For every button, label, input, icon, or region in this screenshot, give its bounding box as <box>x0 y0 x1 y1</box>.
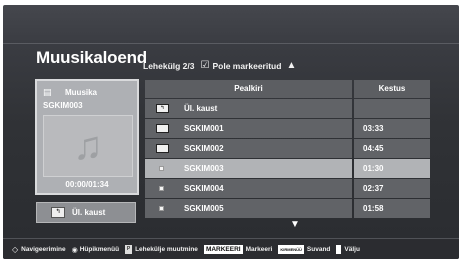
column-header-title: Pealkiri <box>145 80 352 98</box>
preview-panel: ▤ Muusika SGKIM003 ♫ 00:00/01:34 <box>35 79 139 195</box>
list-item-duration: 03:33 <box>354 119 430 138</box>
help-options: Suvand <box>306 246 331 253</box>
list-item-name: SGKIM002 <box>184 144 224 153</box>
page-title: Muusikaloend <box>36 48 147 67</box>
list-item-duration: 01:30 <box>354 159 430 178</box>
scroll-up-icon[interactable]: ▲ <box>286 60 296 71</box>
list-item-name: SGKIM005 <box>184 204 224 213</box>
list-item-duration: 01:58 <box>354 199 430 218</box>
help-navigate: Navigeerimine <box>21 246 66 253</box>
page-counter: Lehekülg 2/3 <box>143 60 195 71</box>
preview-category: Muusika <box>65 88 98 97</box>
page-key-icon: P <box>125 245 133 254</box>
folder-up-icon: ↰ <box>156 104 169 113</box>
list-item[interactable]: SGKIM002 04:45 <box>145 139 430 158</box>
album-art: ♫ <box>43 115 133 177</box>
list-item[interactable]: SGKIM005 01:58 <box>145 199 430 218</box>
ok-icon: ◉ <box>71 246 78 254</box>
scroll-down-icon[interactable]: ▼ <box>290 219 300 230</box>
music-folder-icon: ▤ <box>43 87 52 97</box>
file-icon <box>159 186 164 191</box>
list-item[interactable]: SGKIM004 02:37 <box>145 179 430 198</box>
file-icon <box>159 166 164 171</box>
music-note-icon: ♫ <box>73 124 103 168</box>
navigate-icon: ◇ <box>12 245 19 254</box>
preview-filename: SGKIM003 <box>43 101 83 110</box>
list-item-duration <box>354 99 430 118</box>
help-exit: Välju <box>344 246 360 253</box>
page-info: Lehekülg 2/3 ☑ Pole markeeritud ▲ <box>143 60 296 71</box>
checkbox-icon: ☑ <box>200 60 210 71</box>
list-item-selected[interactable]: SGKIM003 01:30 <box>145 159 430 178</box>
folder-up-icon: ↰ <box>51 207 65 218</box>
list-item-name: SGKIM003 <box>184 164 224 173</box>
marked-status: Pole markeeritud <box>212 60 282 71</box>
media-screen: Muusikaloend Lehekülg 2/3 ☑ Pole markeer… <box>3 5 459 259</box>
column-header-duration: Kestus <box>354 80 430 98</box>
options-key-icon: KIRMENÜÜ <box>278 245 304 254</box>
help-popup: Hüpikmenüü <box>79 246 120 253</box>
exit-icon <box>336 245 342 254</box>
list-item-name: SGKIM004 <box>184 184 224 193</box>
file-icon <box>159 206 164 211</box>
mark-key-icon: MARKEERI <box>203 245 243 254</box>
divider <box>3 43 459 44</box>
list-item-upfolder[interactable]: ↰ Ül. kaust <box>145 99 430 118</box>
list-item[interactable]: SGKIM001 03:33 <box>145 119 430 138</box>
list-item-duration: 02:37 <box>354 179 430 198</box>
list-header: Pealkiri Kestus <box>145 80 430 98</box>
file-list: ↰ Ül. kaust SGKIM001 03:33 SGKIM002 04:45… <box>145 99 430 219</box>
playback-time: 00:00/01:34 <box>65 180 109 189</box>
up-folder-button[interactable]: ↰ Ül. kaust <box>36 202 136 223</box>
folder-icon <box>156 144 169 153</box>
help-page-change: Lehekülje muutmine <box>135 246 198 253</box>
up-folder-label: Ül. kaust <box>72 208 106 217</box>
folder-icon <box>156 124 169 133</box>
list-item-name: SGKIM001 <box>184 124 224 133</box>
list-item-duration: 04:45 <box>354 139 430 158</box>
help-bar: ◇ Navigeerimine ◉ Hüpikmenüü P Lehekülje mu… <box>3 238 459 259</box>
help-mark: Markeeri <box>245 246 273 253</box>
list-item-name: Ül. kaust <box>184 104 218 113</box>
